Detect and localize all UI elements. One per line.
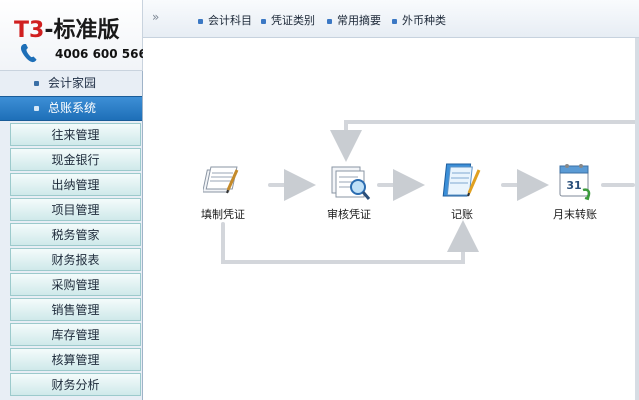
toolbar-item-accounts[interactable]: 会计科目 xyxy=(198,12,252,28)
svg-text:31: 31 xyxy=(566,179,581,192)
review-voucher-icon[interactable] xyxy=(328,162,372,202)
phone-icon xyxy=(20,44,37,63)
sidebar-item-sales[interactable]: 销售管理 xyxy=(10,298,141,321)
loop-back-to-review xyxy=(330,120,638,162)
sidebar-item-tax[interactable]: 税务管家 xyxy=(10,223,141,246)
bookkeeping-icon[interactable] xyxy=(441,160,483,202)
sidebar-item-financial-analysis[interactable]: 财务分析 xyxy=(10,373,141,396)
sidebar-item-purchasing[interactable]: 采购管理 xyxy=(10,273,141,296)
sidebar-item-cash-bank[interactable]: 现金银行 xyxy=(10,148,141,171)
bullet-icon xyxy=(34,106,39,111)
sidebar-item-cashier[interactable]: 出纳管理 xyxy=(10,173,141,196)
bullet-icon xyxy=(327,18,332,24)
sidebar: 会计家园 总账系统 往来管理 现金银行 出纳管理 项目管理 税务管家 财务报表 … xyxy=(0,71,143,400)
toolbar-item-label: 外币种类 xyxy=(402,14,446,27)
toolbar-item-label: 常用摘要 xyxy=(337,14,381,27)
flow-label-bookkeeping[interactable]: 记账 xyxy=(451,206,473,222)
logo-panel: T3-标准版 4006 600 566 xyxy=(0,0,147,71)
bullet-icon xyxy=(198,18,203,24)
toolbar: » 会计科目 凭证类别 常用摘要 外币种类 xyxy=(143,0,639,38)
flow-label-fill-voucher[interactable]: 填制凭证 xyxy=(201,206,245,222)
flow-label-review-voucher[interactable]: 审核凭证 xyxy=(327,206,371,222)
toolbar-item-voucher-types[interactable]: 凭证类别 xyxy=(261,12,315,28)
sidebar-item-inventory[interactable]: 库存管理 xyxy=(10,323,141,346)
bullet-icon xyxy=(392,18,397,24)
sidebar-item-financial-statements[interactable]: 财务报表 xyxy=(10,248,141,271)
bullet-icon xyxy=(34,81,39,86)
sidebar-item-projects[interactable]: 项目管理 xyxy=(10,198,141,221)
bullet-icon xyxy=(261,18,266,24)
month-end-transfer-icon[interactable]: 31 xyxy=(555,160,595,202)
sidebar-group-label: 会计家园 xyxy=(48,76,97,90)
toolbar-item-label: 凭证类别 xyxy=(271,14,315,27)
brand-logo-t3: T3 xyxy=(14,18,45,43)
sidebar-group-label: 总账系统 xyxy=(48,101,97,115)
toolbar-item-common-summaries[interactable]: 常用摘要 xyxy=(327,12,381,28)
expand-chevron-icon[interactable]: » xyxy=(152,10,159,24)
scrollbar-edge[interactable] xyxy=(635,38,639,400)
brand-logo: T3-标准版 xyxy=(14,12,119,44)
loop-fill-to-post xyxy=(221,220,479,264)
sidebar-item-receivables[interactable]: 往来管理 xyxy=(10,123,141,146)
sidebar-item-costing[interactable]: 核算管理 xyxy=(10,348,141,371)
sidebar-group-general-ledger[interactable]: 总账系统 xyxy=(0,96,142,121)
toolbar-item-label: 会计科目 xyxy=(208,14,252,27)
flow-label-month-end-transfer[interactable]: 月末转账 xyxy=(553,206,597,222)
toolbar-item-currencies[interactable]: 外币种类 xyxy=(392,12,446,28)
sidebar-group-accounting-home[interactable]: 会计家园 xyxy=(0,71,142,96)
fill-voucher-icon[interactable] xyxy=(203,162,245,202)
brand-logo-edition: -标准版 xyxy=(44,18,120,43)
workflow-canvas: 填制凭证 审核凭证 记账 31 月末转账 xyxy=(143,38,639,400)
phone-number: 4006 600 566 xyxy=(55,47,147,61)
